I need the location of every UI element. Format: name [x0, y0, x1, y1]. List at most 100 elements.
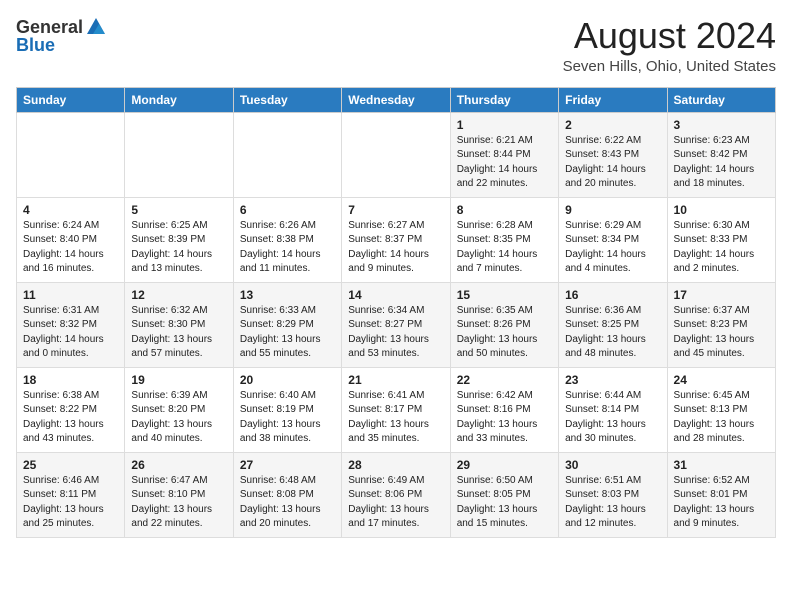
day-header-thursday: Thursday — [450, 87, 558, 112]
calendar-week-row: 11 Sunrise: 6:31 AM Sunset: 8:32 PM Dayli… — [17, 282, 776, 367]
day-content: Sunrise: 6:52 AM Sunset: 8:01 PM Dayligh… — [674, 474, 769, 532]
day-number: 22 — [457, 373, 552, 387]
day-content: Sunrise: 6:36 AM Sunset: 8:25 PM Dayligh… — [565, 304, 660, 362]
day-number: 19 — [131, 373, 226, 387]
day-header-sunday: Sunday — [17, 87, 125, 112]
calendar-cell: 22 Sunrise: 6:42 AM Sunset: 8:16 PM Dayli… — [450, 367, 558, 452]
day-number: 7 — [348, 203, 443, 217]
calendar-cell: 3Sunrise: 6:23 AM Sunset: 8:42 PM Daylig… — [667, 112, 775, 197]
calendar-cell: 2 Sunrise: 6:22 AM Sunset: 8:43 PM Daylig… — [559, 112, 667, 197]
day-header-wednesday: Wednesday — [342, 87, 450, 112]
calendar-cell: 8 Sunrise: 6:28 AM Sunset: 8:35 PM Daylig… — [450, 197, 558, 282]
logo-icon — [85, 16, 107, 38]
calendar-cell: 6 Sunrise: 6:26 AM Sunset: 8:38 PM Daylig… — [233, 197, 341, 282]
day-content: Sunrise: 6:28 AM Sunset: 8:35 PM Dayligh… — [457, 219, 552, 277]
calendar-cell: 13 Sunrise: 6:33 AM Sunset: 8:29 PM Dayli… — [233, 282, 341, 367]
calendar-cell: 17Sunrise: 6:37 AM Sunset: 8:23 PM Dayli… — [667, 282, 775, 367]
day-content: Sunrise: 6:31 AM Sunset: 8:32 PM Dayligh… — [23, 304, 118, 362]
calendar-cell: 12 Sunrise: 6:32 AM Sunset: 8:30 PM Dayli… — [125, 282, 233, 367]
calendar-cell: 10 Sunrise: 6:30 AM Sunset: 8:33 PM Dayli… — [667, 197, 775, 282]
calendar-cell: 29 Sunrise: 6:50 AM Sunset: 8:05 PM Dayli… — [450, 452, 558, 537]
calendar-cell: 21Sunrise: 6:41 AM Sunset: 8:17 PM Dayli… — [342, 367, 450, 452]
day-content: Sunrise: 6:46 AM Sunset: 8:11 PM Dayligh… — [23, 474, 118, 532]
calendar-cell — [233, 112, 341, 197]
day-content: Sunrise: 6:27 AM Sunset: 8:37 PM Dayligh… — [348, 219, 443, 277]
calendar-cell: 15Sunrise: 6:35 AM Sunset: 8:26 PM Dayli… — [450, 282, 558, 367]
day-content: Sunrise: 6:50 AM Sunset: 8:05 PM Dayligh… — [457, 474, 552, 532]
day-content: Sunrise: 6:34 AM Sunset: 8:27 PM Dayligh… — [348, 304, 443, 362]
day-number: 24 — [674, 373, 769, 387]
day-number: 16 — [565, 288, 660, 302]
calendar-week-row: 18 Sunrise: 6:38 AM Sunset: 8:22 PM Dayli… — [17, 367, 776, 452]
calendar-header-row: SundayMondayTuesdayWednesdayThursdayFrid… — [17, 87, 776, 112]
calendar-cell: 19 Sunrise: 6:39 AM Sunset: 8:20 PM Dayli… — [125, 367, 233, 452]
day-number: 28 — [348, 458, 443, 472]
day-number: 18 — [23, 373, 118, 387]
day-content: Sunrise: 6:32 AM Sunset: 8:30 PM Dayligh… — [131, 304, 226, 362]
day-content: Sunrise: 6:41 AM Sunset: 8:17 PM Dayligh… — [348, 389, 443, 447]
header: General Blue August 2024 Seven Hills, Oh… — [16, 16, 776, 75]
day-header-friday: Friday — [559, 87, 667, 112]
title-block: August 2024 Seven Hills, Ohio, United St… — [563, 16, 776, 75]
calendar-cell: 30 Sunrise: 6:51 AM Sunset: 8:03 PM Dayli… — [559, 452, 667, 537]
day-content: Sunrise: 6:42 AM Sunset: 8:16 PM Dayligh… — [457, 389, 552, 447]
day-content: Sunrise: 6:29 AM Sunset: 8:34 PM Dayligh… — [565, 219, 660, 277]
calendar-cell: 20 Sunrise: 6:40 AM Sunset: 8:19 PM Dayli… — [233, 367, 341, 452]
calendar-cell: 26Sunrise: 6:47 AM Sunset: 8:10 PM Dayli… — [125, 452, 233, 537]
day-content: Sunrise: 6:30 AM Sunset: 8:33 PM Dayligh… — [674, 219, 769, 277]
page: General Blue August 2024 Seven Hills, Oh… — [0, 0, 792, 550]
calendar-cell: 14 Sunrise: 6:34 AM Sunset: 8:27 PM Dayli… — [342, 282, 450, 367]
day-number: 12 — [131, 288, 226, 302]
day-content: Sunrise: 6:26 AM Sunset: 8:38 PM Dayligh… — [240, 219, 335, 277]
day-content: Sunrise: 6:38 AM Sunset: 8:22 PM Dayligh… — [23, 389, 118, 447]
day-content: Sunrise: 6:45 AM Sunset: 8:13 PM Dayligh… — [674, 389, 769, 447]
calendar-cell: 7 Sunrise: 6:27 AM Sunset: 8:37 PM Daylig… — [342, 197, 450, 282]
subtitle: Seven Hills, Ohio, United States — [563, 58, 776, 75]
day-header-saturday: Saturday — [667, 87, 775, 112]
day-number: 1 — [457, 118, 552, 132]
day-content: Sunrise: 6:21 AM Sunset: 8:44 PM Dayligh… — [457, 134, 552, 192]
calendar-cell — [125, 112, 233, 197]
day-number: 2 — [565, 118, 660, 132]
logo-blue: Blue — [16, 36, 55, 54]
calendar-week-row: 1 Sunrise: 6:21 AM Sunset: 8:44 PM Daylig… — [17, 112, 776, 197]
day-content: Sunrise: 6:44 AM Sunset: 8:14 PM Dayligh… — [565, 389, 660, 447]
day-number: 29 — [457, 458, 552, 472]
day-number: 15 — [457, 288, 552, 302]
day-header-monday: Monday — [125, 87, 233, 112]
day-number: 13 — [240, 288, 335, 302]
calendar-cell: 27Sunrise: 6:48 AM Sunset: 8:08 PM Dayli… — [233, 452, 341, 537]
day-number: 20 — [240, 373, 335, 387]
day-number: 27 — [240, 458, 335, 472]
day-content: Sunrise: 6:22 AM Sunset: 8:43 PM Dayligh… — [565, 134, 660, 192]
calendar-cell: 23 Sunrise: 6:44 AM Sunset: 8:14 PM Dayli… — [559, 367, 667, 452]
day-number: 14 — [348, 288, 443, 302]
calendar-cell: 1 Sunrise: 6:21 AM Sunset: 8:44 PM Daylig… — [450, 112, 558, 197]
day-number: 30 — [565, 458, 660, 472]
day-number: 8 — [457, 203, 552, 217]
day-number: 31 — [674, 458, 769, 472]
day-content: Sunrise: 6:25 AM Sunset: 8:39 PM Dayligh… — [131, 219, 226, 277]
day-number: 10 — [674, 203, 769, 217]
day-number: 5 — [131, 203, 226, 217]
day-number: 4 — [23, 203, 118, 217]
day-number: 25 — [23, 458, 118, 472]
day-content: Sunrise: 6:47 AM Sunset: 8:10 PM Dayligh… — [131, 474, 226, 532]
main-title: August 2024 — [563, 16, 776, 56]
calendar-table: SundayMondayTuesdayWednesdayThursdayFrid… — [16, 87, 776, 538]
day-content: Sunrise: 6:51 AM Sunset: 8:03 PM Dayligh… — [565, 474, 660, 532]
calendar-cell: 18 Sunrise: 6:38 AM Sunset: 8:22 PM Dayli… — [17, 367, 125, 452]
day-content: Sunrise: 6:24 AM Sunset: 8:40 PM Dayligh… — [23, 219, 118, 277]
day-content: Sunrise: 6:33 AM Sunset: 8:29 PM Dayligh… — [240, 304, 335, 362]
day-content: Sunrise: 6:39 AM Sunset: 8:20 PM Dayligh… — [131, 389, 226, 447]
day-header-tuesday: Tuesday — [233, 87, 341, 112]
day-number: 11 — [23, 288, 118, 302]
day-number: 9 — [565, 203, 660, 217]
day-number: 6 — [240, 203, 335, 217]
day-content: Sunrise: 6:49 AM Sunset: 8:06 PM Dayligh… — [348, 474, 443, 532]
calendar-cell: 24 Sunrise: 6:45 AM Sunset: 8:13 PM Dayli… — [667, 367, 775, 452]
calendar-cell: 31 Sunrise: 6:52 AM Sunset: 8:01 PM Dayli… — [667, 452, 775, 537]
day-number: 23 — [565, 373, 660, 387]
calendar-cell: 16 Sunrise: 6:36 AM Sunset: 8:25 PM Dayli… — [559, 282, 667, 367]
day-content: Sunrise: 6:40 AM Sunset: 8:19 PM Dayligh… — [240, 389, 335, 447]
